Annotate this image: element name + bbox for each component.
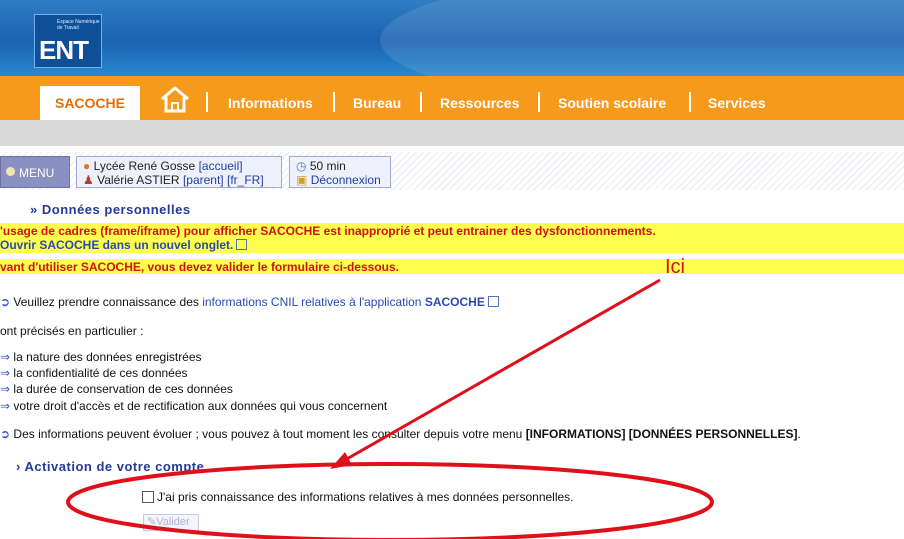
annotation-arrow-line bbox=[344, 278, 661, 462]
annotation-ellipse bbox=[66, 462, 714, 539]
annotation-overlay bbox=[66, 278, 714, 539]
annotation-arrow-head bbox=[330, 452, 352, 469]
annotation-label: Ici bbox=[665, 256, 685, 278]
